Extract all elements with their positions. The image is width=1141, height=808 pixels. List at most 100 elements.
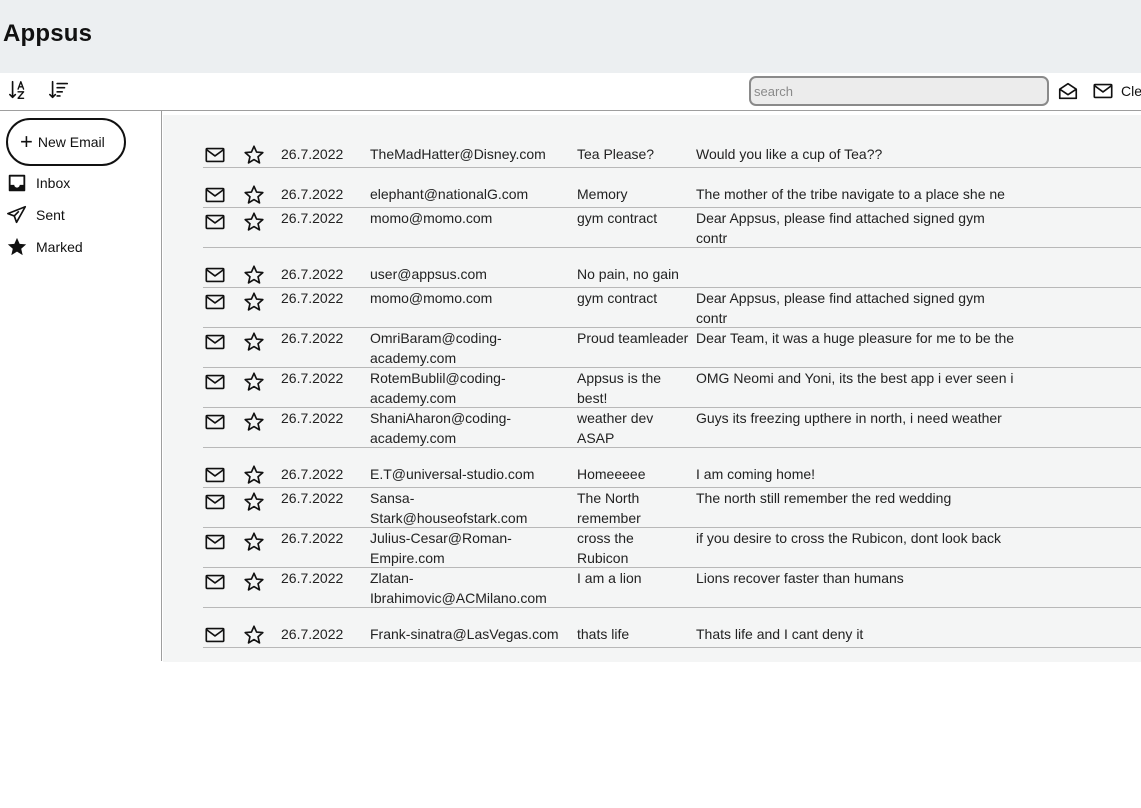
email-row[interactable]: 26.7.2022 OmriBaram@coding-academy.com Pro… (203, 327, 1141, 368)
envelope-icon[interactable] (204, 624, 226, 646)
email-date: 26.7.2022 (281, 370, 344, 386)
email-date: 26.7.2022 (281, 290, 344, 306)
sidebar-item-label: Marked (36, 239, 83, 255)
envelope-icon[interactable] (1092, 80, 1114, 102)
envelope-icon[interactable] (204, 331, 226, 353)
email-date: 26.7.2022 (281, 186, 344, 202)
envelope-icon[interactable] (204, 291, 226, 313)
envelope-icon[interactable] (204, 531, 226, 553)
email-row[interactable]: 26.7.2022 RotemBublil@coding-academy.com A… (203, 367, 1141, 408)
email-row[interactable]: 26.7.2022 Frank-sinatra@LasVegas.com thats… (203, 613, 1141, 648)
star-icon[interactable] (243, 184, 265, 206)
send-icon (7, 205, 27, 224)
sidebar-item-label: Inbox (36, 175, 71, 191)
star-icon[interactable] (243, 144, 265, 166)
email-from: momo@momo.com (370, 290, 493, 306)
email-body: Dear Appsus, please find attached signed… (696, 210, 985, 246)
email-date: 26.7.2022 (281, 266, 344, 282)
email-subject: gym contract (577, 290, 658, 306)
envelope-icon[interactable] (204, 371, 226, 393)
email-subject: The North remember (577, 490, 641, 526)
star-icon[interactable] (243, 571, 265, 593)
email-from: Julius-Cesar@Roman-Empire.com (370, 530, 512, 566)
email-subject: Memory (577, 186, 628, 202)
email-date: 26.7.2022 (281, 530, 344, 546)
star-icon[interactable] (243, 371, 265, 393)
star-icon[interactable] (243, 211, 265, 233)
email-from: RotemBublil@coding-academy.com (370, 370, 506, 406)
email-body: Thats life and I cant deny it (696, 626, 864, 642)
envelope-icon[interactable] (204, 464, 226, 486)
plus-icon: + (20, 129, 33, 154)
sort-desc-icon[interactable] (48, 79, 74, 103)
email-subject: Tea Please? (577, 146, 655, 162)
email-row[interactable]: 26.7.2022 elephant@nationalG.com Memory The… (203, 173, 1141, 208)
email-body: Guys its freezing upthere in north, i ne… (696, 410, 1002, 426)
email-date: 26.7.2022 (281, 146, 344, 162)
email-subject: No pain, no gain (577, 266, 679, 282)
toolbar: Clear (0, 73, 1141, 111)
email-subject: I am a lion (577, 570, 642, 586)
star-icon[interactable] (243, 491, 265, 513)
email-body: Dear Appsus, please find attached signed… (696, 290, 985, 326)
envelope-icon[interactable] (204, 211, 226, 233)
email-row[interactable]: 26.7.2022 momo@momo.com gym contract Dear A… (203, 287, 1141, 328)
inbox-icon (8, 174, 26, 192)
star-icon[interactable] (243, 531, 265, 553)
email-subject: Appsus is the best! (577, 370, 662, 406)
email-row[interactable]: 26.7.2022 momo@momo.com gym contract Dear A… (203, 207, 1141, 248)
email-body: I am coming home! (696, 466, 816, 482)
email-from: user@appsus.com (370, 266, 487, 282)
envelope-icon[interactable] (204, 491, 226, 513)
email-date: 26.7.2022 (281, 330, 344, 346)
envelope-icon[interactable] (204, 184, 226, 206)
star-icon[interactable] (243, 291, 265, 313)
envelope-icon[interactable] (204, 264, 226, 286)
email-subject: thats life (577, 626, 630, 642)
star-icon[interactable] (243, 264, 265, 286)
sort-alpha-icon[interactable] (8, 79, 34, 103)
sidebar-item-sent[interactable]: Sent (6, 203, 156, 227)
email-from: elephant@nationalG.com (370, 186, 529, 202)
email-from: Zlatan-Ibrahimovic@ACMilano.com (370, 570, 547, 606)
email-row[interactable]: 26.7.2022 Sansa-Stark@houseofstark.com The… (203, 487, 1141, 528)
email-body: The mother of the tribe navigate to a pl… (696, 186, 1005, 202)
star-icon (7, 237, 27, 256)
email-from: momo@momo.com (370, 210, 493, 226)
email-date: 26.7.2022 (281, 626, 344, 642)
email-subject: Proud teamleader (577, 330, 689, 346)
envelope-icon[interactable] (204, 571, 226, 593)
sidebar-item-inbox[interactable]: Inbox (6, 171, 156, 195)
email-subject: Homeeeee (577, 466, 646, 482)
new-email-label: New Email (37, 134, 105, 150)
email-body: if you desire to cross the Rubicon, dont… (696, 530, 1002, 546)
envelope-icon[interactable] (204, 144, 226, 166)
email-row[interactable]: 26.7.2022 user@appsus.com No pain, no gain (203, 253, 1141, 288)
email-row[interactable]: 26.7.2022 Zlatan-Ibrahimovic@ACMilano.com… (203, 567, 1141, 608)
sidebar-item-marked[interactable]: Marked (6, 235, 156, 259)
sidebar: + New Email Inbox Sent Marked (0, 111, 162, 661)
email-from: Frank-sinatra@LasVegas.com (370, 626, 559, 642)
star-icon[interactable] (243, 331, 265, 353)
star-icon[interactable] (243, 411, 265, 433)
email-body: Lions recover faster than humans (696, 570, 904, 586)
envelope-icon[interactable] (204, 411, 226, 433)
email-list: 26.7.2022 TheMadHatter@Disney.com Tea Plea… (163, 115, 1141, 662)
envelope-open-icon[interactable] (1057, 80, 1079, 102)
star-icon[interactable] (243, 624, 265, 646)
app-header: Appsus (0, 0, 1141, 73)
email-row[interactable]: 26.7.2022 E.T@universal-studio.com Homeeee… (203, 453, 1141, 488)
email-body: Would you like a cup of Tea?? (696, 146, 883, 162)
email-body: Dear Team, it was a huge pleasure for me… (696, 330, 1015, 346)
clear-button[interactable]: Clear (1121, 83, 1141, 99)
email-subject: gym contract (577, 210, 658, 226)
email-row[interactable]: 26.7.2022 TheMadHatter@Disney.com Tea Plea… (203, 133, 1141, 168)
email-row[interactable]: 26.7.2022 Julius-Cesar@Roman-Empire.com cr… (203, 527, 1141, 568)
email-row[interactable]: 26.7.2022 ShaniAharon@coding-academy.com w… (203, 407, 1141, 448)
email-body: OMG Neomi and Yoni, its the best app i e… (696, 370, 1014, 386)
search-input[interactable] (749, 76, 1049, 106)
email-date: 26.7.2022 (281, 210, 344, 226)
star-icon[interactable] (243, 464, 265, 486)
new-email-button[interactable]: + New Email (6, 118, 126, 166)
email-subject: weather dev ASAP (577, 410, 654, 446)
